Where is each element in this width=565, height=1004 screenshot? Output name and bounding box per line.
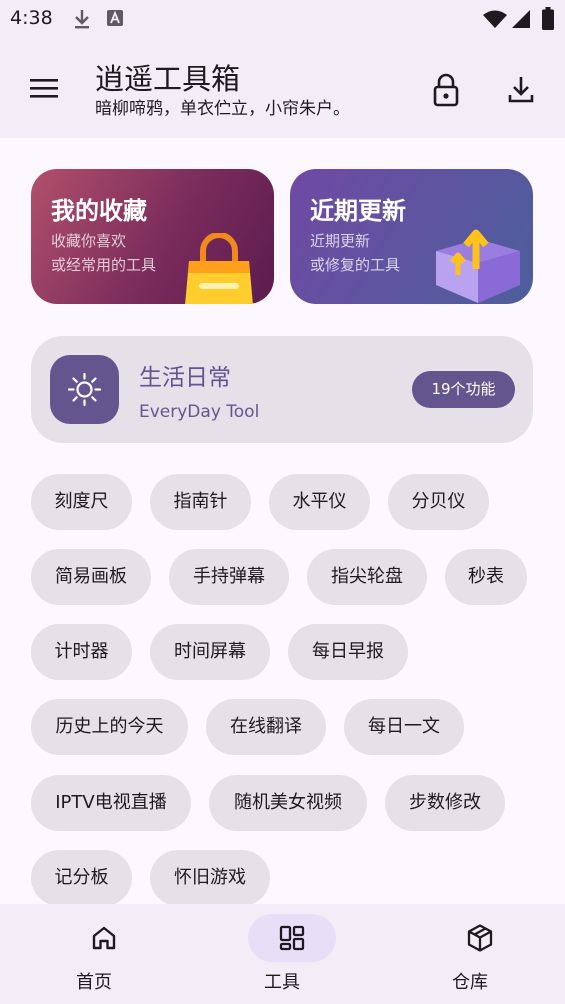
page-title: 逍遥工具箱: [95, 62, 241, 96]
nav-item-home[interactable]: 首页: [24, 904, 164, 1004]
shopping-bag-icon: [185, 233, 253, 304]
box-with-arrows-icon: [436, 229, 520, 303]
tool-chip[interactable]: 计时器: [31, 624, 132, 680]
tool-chip[interactable]: 每日早报: [288, 624, 408, 680]
page-subtitle: 暗柳啼鸦，单衣伫立，小帘朱户。: [95, 99, 350, 119]
battery-icon: [542, 7, 554, 30]
sun-icon: [67, 372, 102, 407]
status-bar: 4:38: [0, 0, 565, 38]
tool-chip[interactable]: 指尖轮盘: [307, 549, 427, 605]
category-subtitle: EveryDay Tool: [139, 402, 260, 422]
home-icon: [92, 926, 116, 950]
tool-chip[interactable]: 随机美女视频: [209, 775, 367, 831]
recent-card-desc-2: 或修复的工具: [310, 256, 401, 274]
favorites-card-desc-1: 收藏你喜欢: [51, 232, 127, 250]
menu-icon: [30, 79, 58, 98]
download-icon: [75, 10, 89, 29]
wifi-icon: [483, 10, 507, 28]
cube-icon: [467, 924, 493, 952]
favorites-card-title: 我的收藏: [51, 197, 147, 225]
tool-chip[interactable]: 指南针: [150, 474, 251, 530]
lock-button[interactable]: [426, 70, 466, 110]
feature-count-badge: 19个功能: [412, 371, 515, 408]
tool-chip[interactable]: 在线翻译: [206, 699, 326, 755]
lock-icon: [433, 73, 459, 107]
tool-chip[interactable]: 分贝仪: [388, 474, 489, 530]
favorites-card[interactable]: 我的收藏 收藏你喜欢 或经常用的工具: [31, 169, 274, 304]
accessibility-a-icon: [107, 10, 123, 26]
tool-chip[interactable]: 步数修改: [385, 775, 505, 831]
tool-chip[interactable]: 每日一文: [344, 699, 464, 755]
category-title: 生活日常: [139, 365, 231, 391]
nav-item-tools[interactable]: 工具: [212, 904, 352, 1004]
nav-label-tools: 工具: [264, 972, 300, 993]
tool-chip[interactable]: 时间屏幕: [150, 624, 270, 680]
favorites-card-desc-2: 或经常用的工具: [51, 256, 157, 274]
app-bar: 逍遥工具箱 暗柳啼鸦，单衣伫立，小帘朱户。: [0, 38, 565, 138]
tool-chip[interactable]: 秒表: [445, 549, 527, 605]
tool-chip[interactable]: 历史上的今天: [31, 699, 188, 755]
recent-card-title: 近期更新: [310, 197, 406, 225]
recent-updates-card[interactable]: 近期更新 近期更新 或修复的工具: [290, 169, 533, 304]
recent-card-desc-1: 近期更新: [310, 232, 371, 250]
signal-icon: [512, 10, 530, 28]
tool-chip[interactable]: 水平仪: [269, 474, 370, 530]
nav-item-warehouse[interactable]: 仓库: [400, 904, 540, 1004]
status-time: 4:38: [10, 7, 53, 29]
tool-chip[interactable]: 记分板: [31, 850, 132, 906]
tool-chip[interactable]: 手持弹幕: [169, 549, 289, 605]
tool-chip[interactable]: 简易画板: [31, 549, 151, 605]
download-button[interactable]: [501, 70, 541, 110]
menu-button[interactable]: [22, 68, 66, 108]
grid-icon: [279, 925, 305, 951]
tool-chip[interactable]: 怀旧游戏: [150, 850, 270, 906]
bottom-navigation: 首页 工具 仓库: [0, 904, 565, 1004]
category-banner[interactable]: 生活日常 EveryDay Tool 19个功能: [31, 336, 533, 443]
nav-label-warehouse: 仓库: [452, 972, 488, 993]
category-icon-tile: [50, 355, 119, 424]
tool-chip[interactable]: 刻度尺: [31, 474, 132, 530]
download-icon: [508, 77, 534, 103]
nav-label-home: 首页: [76, 972, 112, 993]
tool-chip[interactable]: IPTV电视直播: [31, 775, 191, 831]
